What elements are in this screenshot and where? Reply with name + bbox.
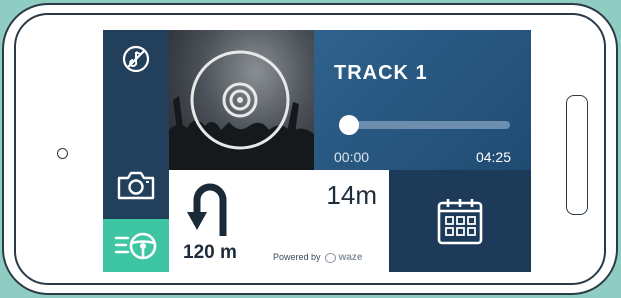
next-turn-distance: 120 m bbox=[183, 242, 237, 263]
home-button[interactable] bbox=[566, 95, 588, 215]
calendar-button[interactable] bbox=[389, 170, 531, 272]
phone-frame: TRACK 1 00:00 04:25 14m 120 m Powered by… bbox=[4, 5, 616, 293]
drive-mode-button[interactable] bbox=[103, 219, 169, 272]
mute-button[interactable] bbox=[103, 34, 169, 84]
total-time: 04:25 bbox=[475, 149, 511, 165]
album-art[interactable] bbox=[169, 30, 314, 170]
track-title: TRACK 1 bbox=[334, 62, 428, 84]
u-turn-icon bbox=[187, 183, 227, 236]
elapsed-time: 00:00 bbox=[334, 149, 370, 165]
powered-by-text: Powered by bbox=[273, 252, 321, 262]
drive-mode-icon bbox=[114, 232, 157, 259]
app-screen: TRACK 1 00:00 04:25 14m 120 m Powered by… bbox=[103, 30, 531, 272]
calendar-icon bbox=[437, 199, 483, 245]
powered-by-label: Powered by waze bbox=[273, 252, 362, 263]
progress-bar[interactable] bbox=[340, 121, 510, 129]
track-panel: TRACK 1 00:00 04:25 bbox=[314, 30, 531, 170]
front-camera bbox=[57, 148, 68, 159]
mute-icon bbox=[122, 45, 150, 73]
camera-icon bbox=[117, 171, 155, 200]
sidebar bbox=[103, 30, 169, 272]
provider-name: waze bbox=[338, 252, 363, 263]
turn-distance: 14m bbox=[326, 180, 377, 210]
camera-button[interactable] bbox=[103, 158, 169, 212]
navigation-card[interactable]: 14m 120 m Powered by waze bbox=[169, 170, 389, 272]
disc-icon bbox=[190, 50, 290, 150]
progress-knob[interactable] bbox=[338, 115, 359, 135]
waze-logo-icon bbox=[325, 252, 337, 263]
